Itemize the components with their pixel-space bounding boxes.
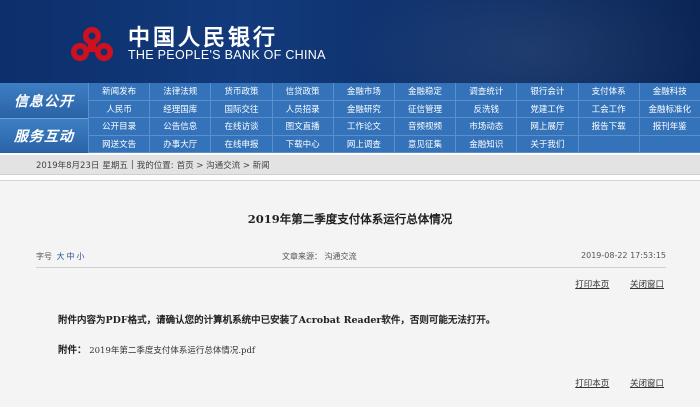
nav-item-online-exhibition[interactable]: 网上展厅 xyxy=(516,118,578,136)
breadcrumb-location-label: 我的位置: xyxy=(136,160,174,171)
nav-item-party-building[interactable]: 党建工作 xyxy=(516,100,578,118)
nav-item-financial-stability[interactable]: 金融稳定 xyxy=(393,83,456,101)
font-size-label: 字号 xyxy=(36,252,52,261)
nav-section-service[interactable]: 服务互动 xyxy=(0,118,88,153)
nav-row-4: 网送文告 办事大厅 在线申报 下载中心 网上调查 意见征集 金融知识 关于我们 xyxy=(88,135,700,153)
nav-item-credit-policy[interactable]: 信贷政策 xyxy=(271,83,333,101)
article-datetime: 2019-08-22 17:53:15 xyxy=(581,251,666,260)
nav-item-treasury[interactable]: 经理国库 xyxy=(149,100,211,118)
current-weekday: 星期五 xyxy=(102,160,128,171)
nav-item-research[interactable]: 金融研究 xyxy=(332,100,394,118)
attachment: 附件： 2019年第二季度支付体系运行总体情况.pdf xyxy=(58,342,255,356)
nav-item-union[interactable]: 工会工作 xyxy=(577,100,639,118)
nav-item-about-us[interactable]: 关于我们 xyxy=(516,135,578,153)
nav-item-feedback[interactable]: 意见征集 xyxy=(393,135,456,153)
nav-item-working-papers[interactable]: 工作论文 xyxy=(332,118,394,136)
print-page-link[interactable]: 打印本页 xyxy=(575,280,609,290)
nav-item-monetary-policy[interactable]: 货币政策 xyxy=(210,83,272,101)
nav-item-market-news[interactable]: 市场动态 xyxy=(455,118,517,136)
font-size-large[interactable]: 大 xyxy=(57,252,65,261)
main-navigation: 信息公开 服务互动 新闻发布 法律法规 货币政策 信贷政策 金融市场 金融稳定 … xyxy=(0,83,700,153)
divider xyxy=(36,267,666,268)
print-page-link[interactable]: 打印本页 xyxy=(575,379,609,389)
nav-row-1: 新闻发布 法律法规 货币政策 信贷政策 金融市场 金融稳定 调查统计 银行会计 … xyxy=(88,83,700,101)
nav-item-statistics[interactable]: 调查统计 xyxy=(455,83,517,101)
nav-item-live-broadcast[interactable]: 图文直播 xyxy=(271,118,333,136)
close-window-link[interactable]: 关闭窗口 xyxy=(630,379,664,389)
nav-item-anti-money-laundering[interactable]: 反洗钱 xyxy=(455,100,517,118)
nav-item-international[interactable]: 国际交往 xyxy=(210,100,272,118)
nav-item-laws[interactable]: 法律法规 xyxy=(149,83,211,101)
article-title: 2019年第二季度支付体系运行总体情况 xyxy=(247,212,453,226)
article-meta: 字号 大中小 文章来源： 沟通交流 2019-08-22 17:53:15 xyxy=(36,251,666,265)
nav-item-financial-market[interactable]: 金融市场 xyxy=(332,83,394,101)
pdf-notice: 附件内容为PDF格式，请确认您的计算机系统中已安装了Acrobat Reader… xyxy=(58,315,496,326)
nav-item-media[interactable]: 音频视频 xyxy=(393,118,456,136)
nav-item-online-survey[interactable]: 网上调查 xyxy=(332,135,394,153)
breadcrumb-path[interactable]: 首页 > 沟通交流 > 新闻 xyxy=(177,159,270,171)
nav-section-info-public[interactable]: 信息公开 xyxy=(0,83,88,118)
article-panel: 2019年第二季度支付体系运行总体情况 字号 大中小 文章来源： 沟通交流 20… xyxy=(0,180,700,407)
nav-item-news[interactable]: 新闻发布 xyxy=(88,83,150,101)
nav-item-payment-system[interactable]: 支付体系 xyxy=(577,83,639,101)
article-actions-top: 打印本页 关闭窗口 xyxy=(557,278,664,290)
logo-text-en: THE PEOPLE'S BANK OF CHINA xyxy=(128,48,326,62)
nav-item-rmb[interactable]: 人民币 xyxy=(88,100,150,118)
breadcrumb: 2019年8月23日 星期五 | 我的位置: 首页 > 沟通交流 > 新闻 xyxy=(0,155,700,175)
article-actions-bottom: 打印本页 关闭窗口 xyxy=(557,377,664,389)
nav-item-report-download[interactable]: 报告下载 xyxy=(577,118,639,136)
nav-grid: 新闻发布 法律法规 货币政策 信贷政策 金融市场 金融稳定 调查统计 银行会计 … xyxy=(88,83,700,153)
nav-item-recruitment[interactable]: 人员招录 xyxy=(271,100,333,118)
nav-item-yearbooks[interactable]: 报刊年鉴 xyxy=(638,118,700,136)
attachment-label: 附件： xyxy=(58,345,87,356)
article-source: 文章来源： 沟通交流 xyxy=(282,252,357,261)
nav-item-documents[interactable]: 网送文告 xyxy=(88,135,150,153)
nav-item-online-declaration[interactable]: 在线申报 xyxy=(210,135,272,153)
nav-item-service-hall[interactable]: 办事大厅 xyxy=(149,135,211,153)
nav-item-fintech[interactable]: 金融科技 xyxy=(638,83,700,101)
nav-item-empty xyxy=(577,135,639,153)
current-date: 2019年8月23日 xyxy=(36,160,100,171)
nav-item-credit-reference[interactable]: 征信管理 xyxy=(393,100,456,118)
nav-item-announcements[interactable]: 公告信息 xyxy=(149,118,211,136)
font-size-small[interactable]: 小 xyxy=(77,252,85,261)
nav-item-public-catalog[interactable]: 公开目录 xyxy=(88,118,150,136)
nav-item-accounting[interactable]: 银行会计 xyxy=(516,83,578,101)
font-size-selector: 字号 大中小 xyxy=(36,251,85,262)
attachment-link[interactable]: 2019年第二季度支付体系运行总体情况.pdf xyxy=(89,346,255,356)
nav-item-download-center[interactable]: 下载中心 xyxy=(271,135,333,153)
nav-item-online-interview[interactable]: 在线访谈 xyxy=(210,118,272,136)
nav-item-financial-knowledge[interactable]: 金融知识 xyxy=(455,135,517,153)
nav-item-empty xyxy=(638,135,700,153)
nav-item-standardization[interactable]: 金融标准化 xyxy=(638,100,700,118)
nav-row-2: 人民币 经理国库 国际交往 人员招录 金融研究 征信管理 反洗钱 党建工作 工会… xyxy=(88,100,700,118)
breadcrumb-divider: | xyxy=(130,159,134,170)
close-window-link[interactable]: 关闭窗口 xyxy=(630,280,664,290)
header-banner: 中国人民银行 THE PEOPLE'S BANK OF CHINA xyxy=(0,0,700,83)
pboc-logo-icon xyxy=(71,27,113,61)
nav-row-3: 公开目录 公告信息 在线访谈 图文直播 工作论文 音频视频 市场动态 网上展厅 … xyxy=(88,118,700,136)
font-size-medium[interactable]: 中 xyxy=(67,252,75,261)
